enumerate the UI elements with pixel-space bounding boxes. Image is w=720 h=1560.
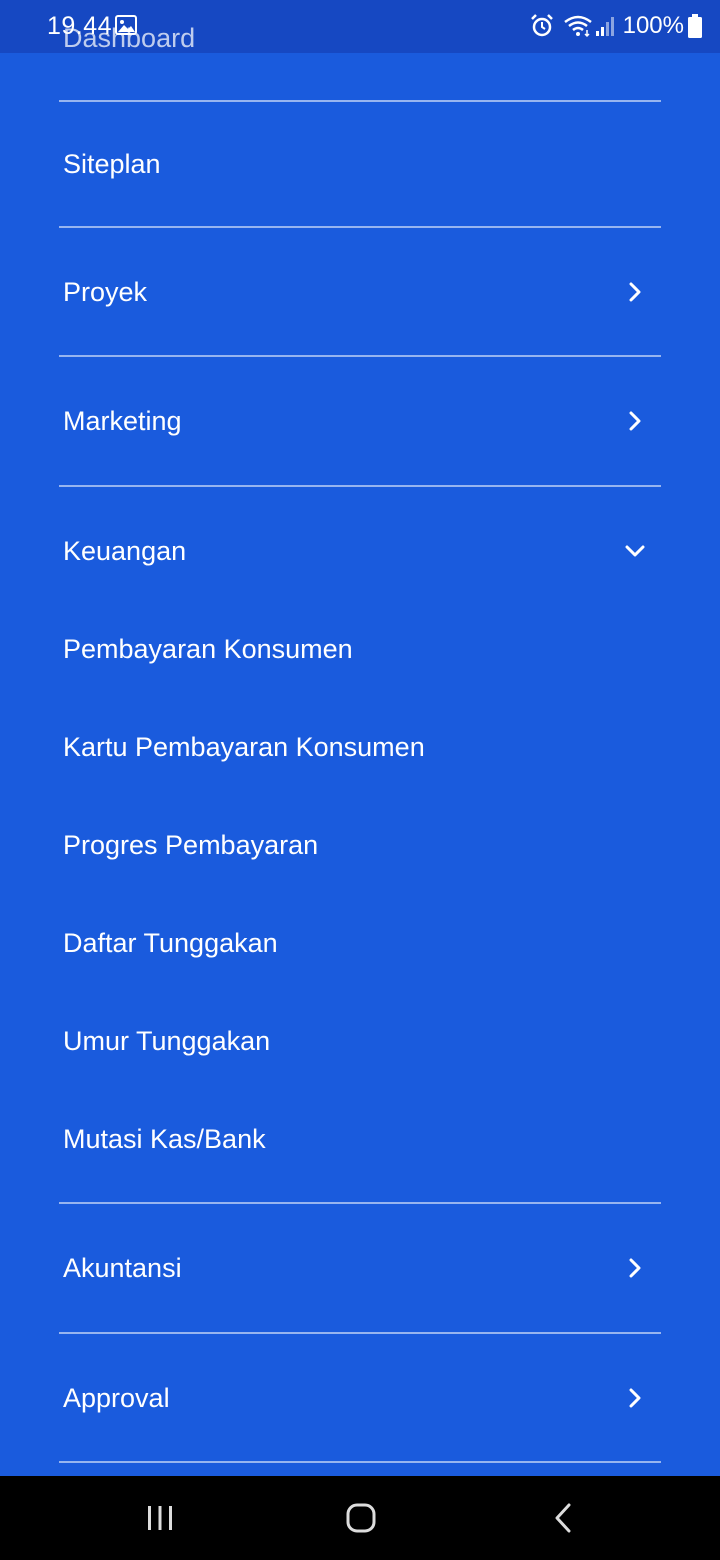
alarm-icon xyxy=(529,13,555,39)
chevron-right-icon xyxy=(623,1256,647,1280)
menu-item-marketing[interactable]: Marketing xyxy=(59,391,661,451)
menu-item-label: Keuangan xyxy=(63,536,187,566)
chevron-right-icon xyxy=(623,280,647,304)
back-icon[interactable] xyxy=(544,1498,584,1538)
menu-item-dashboard[interactable]: Dashboard xyxy=(63,22,195,54)
divider xyxy=(59,1332,661,1334)
chevron-right-icon xyxy=(623,409,647,433)
divider xyxy=(59,1202,661,1204)
divider xyxy=(59,226,661,228)
menu-item-label: Siteplan xyxy=(63,149,161,179)
submenu-item-label: Daftar Tunggakan xyxy=(63,928,278,958)
submenu-item-kartu-pembayaran-konsumen[interactable]: Kartu Pembayaran Konsumen xyxy=(59,722,661,772)
submenu-item-pembayaran-konsumen[interactable]: Pembayaran Konsumen xyxy=(59,624,661,674)
divider xyxy=(59,485,661,487)
divider xyxy=(59,100,661,102)
chevron-down-icon xyxy=(623,539,647,563)
menu-item-keuangan[interactable]: Keuangan xyxy=(59,521,661,581)
submenu-item-label: Pembayaran Konsumen xyxy=(63,634,353,664)
menu-item-akuntansi[interactable]: Akuntansi xyxy=(59,1238,661,1298)
divider xyxy=(59,1461,661,1463)
submenu-item-label: Kartu Pembayaran Konsumen xyxy=(63,732,425,762)
battery-percent: 100% xyxy=(622,12,684,39)
divider xyxy=(59,355,661,357)
menu-item-label: Approval xyxy=(63,1383,170,1413)
wifi-icon xyxy=(563,14,593,38)
system-nav-bar xyxy=(0,1476,720,1560)
recent-apps-icon[interactable] xyxy=(140,1498,180,1538)
submenu-item-label: Progres Pembayaran xyxy=(63,830,319,860)
menu-item-label: Proyek xyxy=(63,277,148,307)
submenu-item-umur-tunggakan[interactable]: Umur Tunggakan xyxy=(59,1016,661,1066)
submenu-item-progres-pembayaran[interactable]: Progres Pembayaran xyxy=(59,820,661,870)
submenu-item-mutasi-kas-bank[interactable]: Mutasi Kas/Bank xyxy=(59,1114,661,1164)
menu-item-label: Akuntansi xyxy=(63,1253,182,1283)
battery-icon xyxy=(688,14,702,38)
home-icon[interactable] xyxy=(341,1498,381,1538)
menu-item-approval[interactable]: Approval xyxy=(59,1368,661,1428)
chevron-right-icon xyxy=(623,1386,647,1410)
menu-item-siteplan[interactable]: Siteplan xyxy=(59,134,661,194)
submenu-item-label: Umur Tunggakan xyxy=(63,1026,271,1056)
status-icons: 100% xyxy=(529,10,702,42)
menu-item-proyek[interactable]: Proyek xyxy=(59,262,661,322)
menu-item-label: Marketing xyxy=(63,406,182,436)
submenu-item-daftar-tunggakan[interactable]: Daftar Tunggakan xyxy=(59,918,661,968)
signal-icon xyxy=(595,15,615,37)
submenu-item-label: Mutasi Kas/Bank xyxy=(63,1124,266,1154)
